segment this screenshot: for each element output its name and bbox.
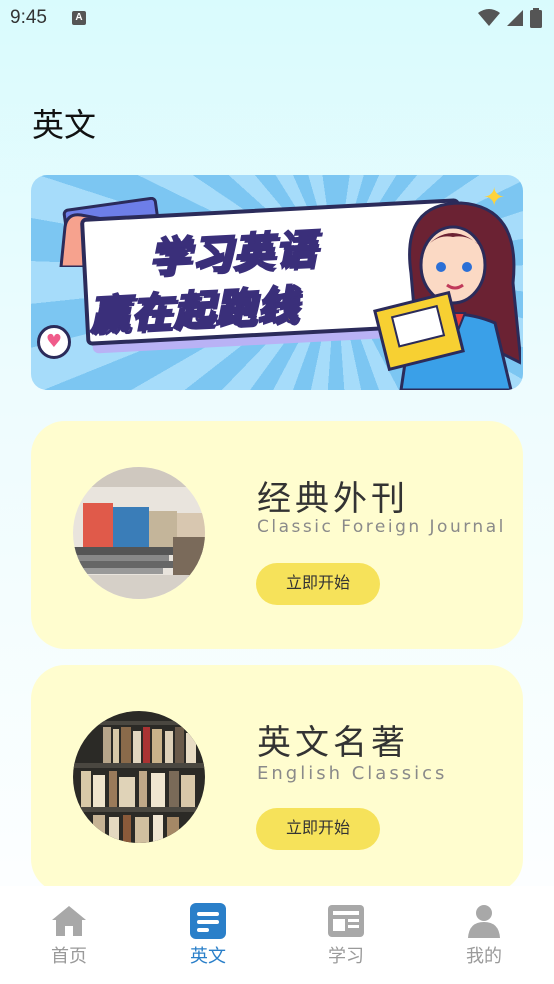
- bottom-navigation: 首页 英文 学习 我的: [0, 886, 554, 984]
- heart-icon: ♥: [37, 325, 71, 359]
- nav-item-mine[interactable]: 我的: [439, 896, 529, 972]
- signal-icon: [507, 10, 523, 26]
- card-title: 经典外刊: [257, 479, 409, 519]
- notification-a-icon: A: [72, 11, 86, 25]
- nav-item-english[interactable]: 英文: [163, 896, 253, 972]
- nav-label: 英文: [190, 946, 226, 967]
- status-icons: [478, 8, 542, 28]
- promo-banner[interactable]: 学习英语 赢在起跑线 ♥ ✦: [31, 175, 523, 390]
- bookshelf-photo: [73, 711, 205, 843]
- nav-label: 首页: [51, 946, 87, 967]
- newspaper-icon: [328, 905, 364, 937]
- wifi-icon: [478, 9, 500, 26]
- magazine-photo: [73, 467, 205, 599]
- nav-label: 我的: [466, 946, 502, 967]
- start-button[interactable]: 立即开始: [256, 563, 380, 605]
- home-icon: [52, 906, 86, 936]
- nav-item-study[interactable]: 学习: [301, 896, 391, 972]
- card-classic-journal[interactable]: 经典外刊 Classic Foreign Journal 立即开始: [31, 421, 523, 649]
- card-title: 英文名著: [257, 723, 409, 763]
- girl-reading-illustration: [373, 201, 521, 390]
- document-icon: [190, 903, 226, 939]
- start-button[interactable]: 立即开始: [256, 808, 380, 850]
- banner-headline-2: 赢在起跑线: [87, 282, 301, 341]
- battery-icon: [530, 8, 542, 28]
- nav-label: 学习: [328, 946, 364, 967]
- card-subtitle: Classic Foreign Journal: [257, 517, 506, 537]
- page-title: 英文: [32, 106, 97, 144]
- status-bar: 9:45 A: [0, 0, 554, 38]
- person-icon: [468, 905, 500, 938]
- nav-item-home[interactable]: 首页: [24, 896, 114, 972]
- card-subtitle: English Classics: [257, 763, 448, 784]
- status-time: 9:45: [10, 7, 47, 28]
- card-english-classics[interactable]: 英文名著 English Classics 立即开始: [31, 665, 523, 893]
